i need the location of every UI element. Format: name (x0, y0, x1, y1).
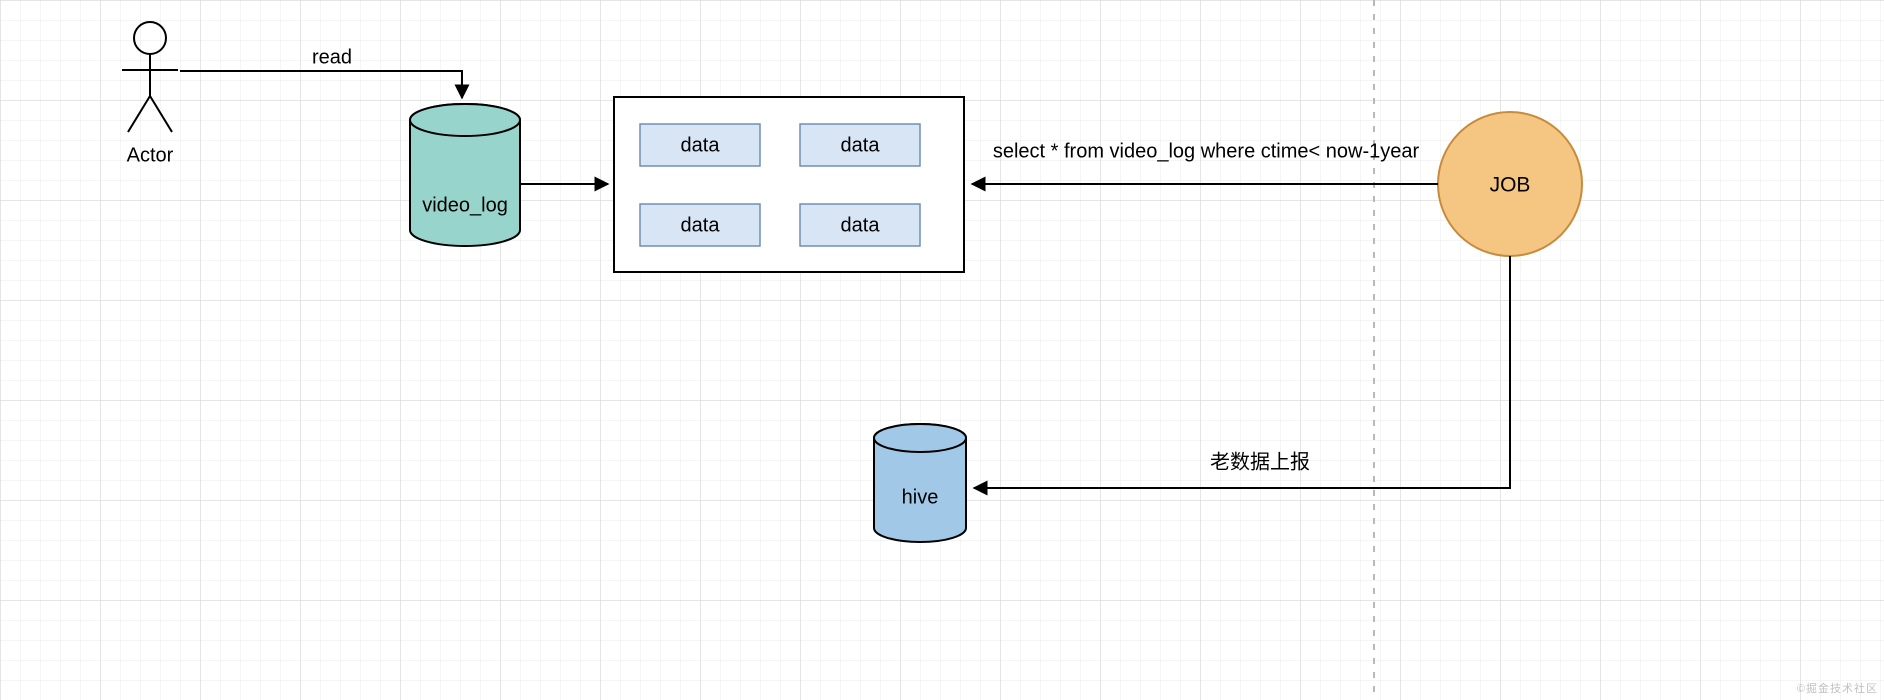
data-cell-2: data (640, 204, 760, 246)
data-cell-0: data (640, 124, 760, 166)
edge-job-report (974, 256, 1510, 488)
job-node: JOB (1438, 112, 1582, 256)
edge-actor-read (180, 71, 462, 98)
db-hive (874, 424, 966, 542)
data-cell-1-label: data (841, 134, 881, 156)
data-cell-3: data (800, 204, 920, 246)
db-video-log (410, 104, 520, 246)
actor-figure (122, 22, 178, 132)
data-cell-0-label: data (681, 134, 721, 156)
data-cell-2-label: data (681, 214, 721, 236)
watermark: ©掘金技术社区 (1797, 680, 1878, 696)
data-cell-3-label: data (841, 214, 881, 236)
actor-label: Actor (127, 144, 174, 166)
job-label: JOB (1490, 174, 1531, 197)
db-video-log-label: video_log (422, 194, 508, 216)
svg-layer: Actor video_log data data data data JOB … (0, 0, 1884, 700)
db-hive-label: hive (902, 486, 939, 508)
data-cell-1: data (800, 124, 920, 166)
